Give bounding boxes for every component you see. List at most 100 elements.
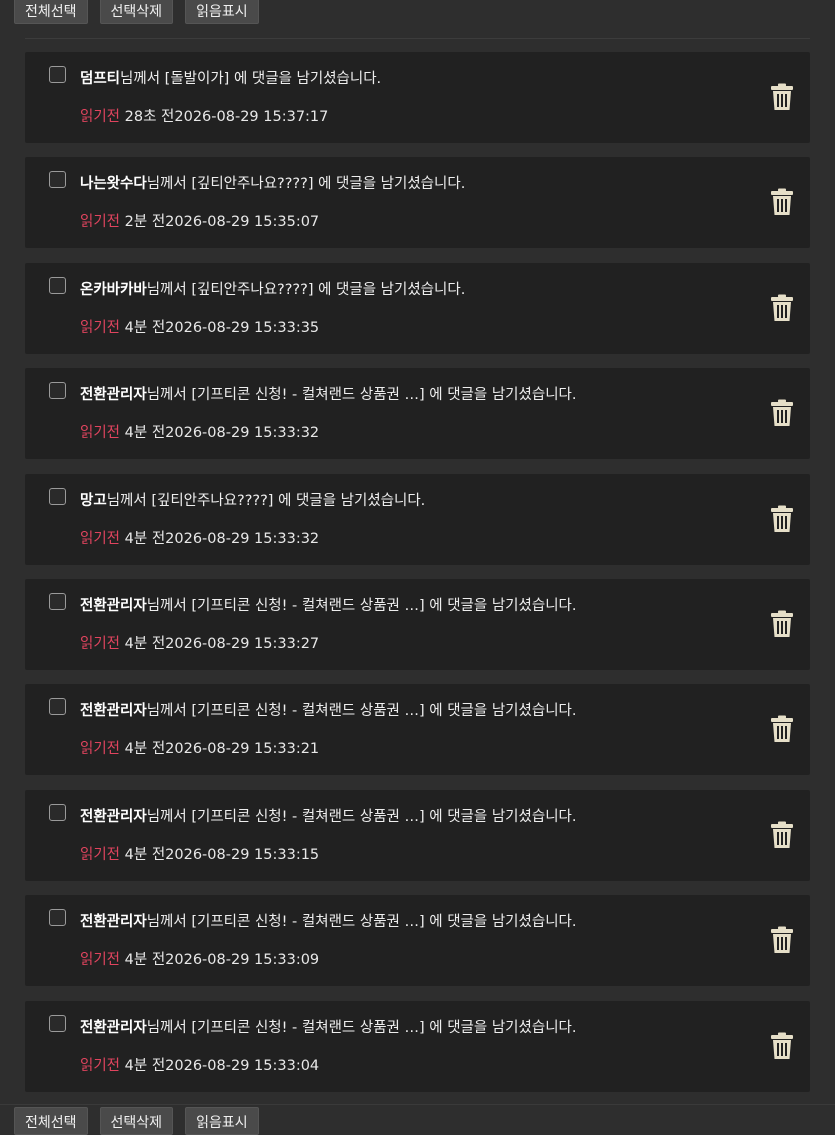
mark-read-button[interactable]: 읽음표시: [185, 1107, 259, 1135]
message-text: 님께서 [기프티콘 신청! - 컬쳐랜드 상품권 …] 에 댓글을 남기셨습니다…: [146, 703, 577, 720]
status-unread: 읽기전: [80, 1057, 121, 1074]
message-text: 님께서 [기프티콘 신청! - 컬쳐랜드 상품권 …] 에 댓글을 남기셨습니다…: [146, 1019, 577, 1036]
status-unread: 읽기전: [80, 952, 121, 969]
nickname: 망고: [80, 492, 107, 509]
notification-item: 전환관리자님께서 [기프티콘 신청! - 컬쳐랜드 상품권 …] 에 댓글을 남…: [25, 789, 810, 881]
item-checkbox[interactable]: [49, 66, 66, 83]
notification-list: 덤프티님께서 [돌발이가] 에 댓글을 남기셨습니다. 읽기전 28초 전202…: [25, 52, 810, 1106]
timestamp: 4분 전2026-08-29 15:33:15: [124, 846, 320, 863]
timestamp: 4분 전2026-08-29 15:33:09: [124, 952, 320, 969]
delete-selected-button[interactable]: 선택삭제: [99, 0, 174, 24]
timestamp: 28초 전2026-08-29 15:37:17: [124, 109, 329, 125]
notification-meta: 읽기전 4분 전2026-08-29 15:33:35: [80, 316, 319, 337]
timestamp: 4분 전2026-08-29 15:33:32: [124, 530, 320, 547]
notification-message: 전환관리자님께서 [기프티콘 신청! - 컬쳐랜드 상품권 …] 에 댓글을 남…: [80, 383, 577, 404]
select-all-button[interactable]: 전체선택: [14, 1107, 88, 1135]
timestamp: 4분 전2026-08-29 15:33:27: [124, 635, 320, 652]
divider: [25, 38, 810, 39]
status-unread: 읽기전: [80, 530, 121, 547]
top-toolbar: 전체선택 선택삭제 읽음표시: [0, 0, 835, 30]
nickname: 전환관리자: [80, 914, 147, 931]
nickname: 덤프티: [80, 71, 121, 87]
notification-meta: 읽기전 4분 전2026-08-29 15:33:15: [80, 843, 319, 864]
trash-icon[interactable]: [770, 294, 794, 322]
nickname: 전환관리자: [80, 808, 147, 825]
trash-icon[interactable]: [770, 926, 794, 954]
notification-item: 전환관리자님께서 [기프티콘 신청! - 컬쳐랜드 상품권 …] 에 댓글을 남…: [25, 1000, 810, 1092]
trash-icon[interactable]: [770, 610, 794, 638]
item-checkbox[interactable]: [49, 382, 66, 400]
message-text: 님께서 [기프티콘 신청! - 컬쳐랜드 상품권 …] 에 댓글을 남기셨습니다…: [146, 808, 577, 825]
item-checkbox[interactable]: [49, 1014, 66, 1032]
item-checkbox[interactable]: [49, 698, 66, 716]
notification-meta: 읽기전 4분 전2026-08-29 15:33:32: [80, 421, 319, 442]
notification-message: 전환관리자님께서 [기프티콘 신청! - 컬쳐랜드 상품권 …] 에 댓글을 남…: [80, 699, 577, 720]
item-checkbox[interactable]: [49, 171, 66, 189]
nickname: 전환관리자: [80, 597, 147, 614]
notification-meta: 읽기전 4분 전2026-08-29 15:33:09: [80, 948, 319, 969]
trash-icon[interactable]: [770, 715, 794, 743]
timestamp: 2분 전2026-08-29 15:35:07: [124, 214, 320, 231]
item-checkbox[interactable]: [49, 909, 66, 927]
mark-read-button[interactable]: 읽음표시: [185, 0, 259, 24]
nickname: 나는왓수다: [80, 176, 147, 193]
nickname: 온카바카바: [80, 281, 147, 298]
trash-icon[interactable]: [770, 83, 794, 111]
message-text: 님께서 [깊티안주나요????] 에 댓글을 남기셨습니다.: [146, 281, 466, 298]
notification-item: 덤프티님께서 [돌발이가] 에 댓글을 남기셨습니다. 읽기전 28초 전202…: [25, 52, 810, 143]
message-text: 님께서 [깊티안주나요????] 에 댓글을 남기셨습니다.: [146, 176, 466, 193]
notification-message: 전환관리자님께서 [기프티콘 신청! - 컬쳐랜드 상품권 …] 에 댓글을 남…: [80, 594, 577, 615]
notification-message: 전환관리자님께서 [기프티콘 신청! - 컬쳐랜드 상품권 …] 에 댓글을 남…: [80, 910, 577, 931]
message-text: 님께서 [돌발이가] 에 댓글을 남기셨습니다.: [120, 71, 382, 87]
timestamp: 4분 전2026-08-29 15:33:04: [124, 1057, 320, 1074]
notification-item: 전환관리자님께서 [기프티콘 신청! - 컬쳐랜드 상품권 …] 에 댓글을 남…: [25, 368, 810, 460]
item-checkbox[interactable]: [49, 803, 66, 821]
notification-meta: 읽기전 28초 전2026-08-29 15:37:17: [80, 105, 328, 126]
trash-icon[interactable]: [770, 399, 794, 427]
nickname: 전환관리자: [80, 387, 147, 404]
timestamp: 4분 전2026-08-29 15:33:32: [124, 425, 320, 442]
status-unread: 읽기전: [80, 319, 121, 336]
bottom-toolbar: 전체선택 선택삭제 읽음표시: [0, 1104, 835, 1135]
notification-message: 나는왓수다님께서 [깊티안주나요????] 에 댓글을 남기셨습니다.: [80, 172, 465, 193]
message-text: 님께서 [기프티콘 신청! - 컬쳐랜드 상품권 …] 에 댓글을 남기셨습니다…: [146, 387, 577, 404]
status-unread: 읽기전: [80, 635, 121, 652]
status-unread: 읽기전: [80, 214, 121, 231]
notification-meta: 읽기전 2분 전2026-08-29 15:35:07: [80, 210, 319, 231]
timestamp: 4분 전2026-08-29 15:33:21: [124, 741, 320, 758]
item-checkbox[interactable]: [49, 276, 66, 294]
notification-item: 나는왓수다님께서 [깊티안주나요????] 에 댓글을 남기셨습니다. 읽기전 …: [25, 157, 810, 249]
status-unread: 읽기전: [80, 741, 121, 758]
notification-message: 망고님께서 [깊티안주나요????] 에 댓글을 남기셨습니다.: [80, 489, 425, 510]
status-unread: 읽기전: [80, 109, 121, 125]
select-all-button[interactable]: 전체선택: [14, 0, 88, 24]
message-text: 님께서 [깊티안주나요????] 에 댓글을 남기셨습니다.: [106, 492, 426, 509]
notification-item: 온카바카바님께서 [깊티안주나요????] 에 댓글을 남기셨습니다. 읽기전 …: [25, 262, 810, 354]
trash-icon[interactable]: [770, 1032, 794, 1060]
notification-message: 온카바카바님께서 [깊티안주나요????] 에 댓글을 남기셨습니다.: [80, 278, 465, 299]
notification-meta: 읽기전 4분 전2026-08-29 15:33:32: [80, 527, 319, 548]
trash-icon[interactable]: [770, 505, 794, 533]
notification-item: 망고님께서 [깊티안주나요????] 에 댓글을 남기셨습니다. 읽기전 4분 …: [25, 473, 810, 565]
notification-meta: 읽기전 4분 전2026-08-29 15:33:21: [80, 737, 319, 758]
delete-selected-button[interactable]: 선택삭제: [99, 1107, 174, 1135]
message-text: 님께서 [기프티콘 신청! - 컬쳐랜드 상품권 …] 에 댓글을 남기셨습니다…: [146, 914, 577, 931]
notification-message: 전환관리자님께서 [기프티콘 신청! - 컬쳐랜드 상품권 …] 에 댓글을 남…: [80, 1016, 577, 1037]
item-checkbox[interactable]: [49, 487, 66, 505]
notification-message: 전환관리자님께서 [기프티콘 신청! - 컬쳐랜드 상품권 …] 에 댓글을 남…: [80, 805, 577, 826]
notification-message: 덤프티님께서 [돌발이가] 에 댓글을 남기셨습니다.: [80, 67, 381, 88]
trash-icon[interactable]: [770, 821, 794, 849]
notification-item: 전환관리자님께서 [기프티콘 신청! - 컬쳐랜드 상품권 …] 에 댓글을 남…: [25, 684, 810, 776]
notification-meta: 읽기전 4분 전2026-08-29 15:33:27: [80, 632, 319, 653]
nickname: 전환관리자: [80, 1019, 147, 1036]
message-text: 님께서 [기프티콘 신청! - 컬쳐랜드 상품권 …] 에 댓글을 남기셨습니다…: [146, 597, 577, 614]
trash-icon[interactable]: [770, 188, 794, 216]
notification-item: 전환관리자님께서 [기프티콘 신청! - 컬쳐랜드 상품권 …] 에 댓글을 남…: [25, 895, 810, 987]
timestamp: 4분 전2026-08-29 15:33:35: [124, 319, 320, 336]
status-unread: 읽기전: [80, 425, 121, 442]
notification-meta: 읽기전 4분 전2026-08-29 15:33:04: [80, 1054, 319, 1075]
nickname: 전환관리자: [80, 703, 147, 720]
notification-item: 전환관리자님께서 [기프티콘 신청! - 컬쳐랜드 상품권 …] 에 댓글을 남…: [25, 578, 810, 670]
item-checkbox[interactable]: [49, 592, 66, 610]
status-unread: 읽기전: [80, 846, 121, 863]
